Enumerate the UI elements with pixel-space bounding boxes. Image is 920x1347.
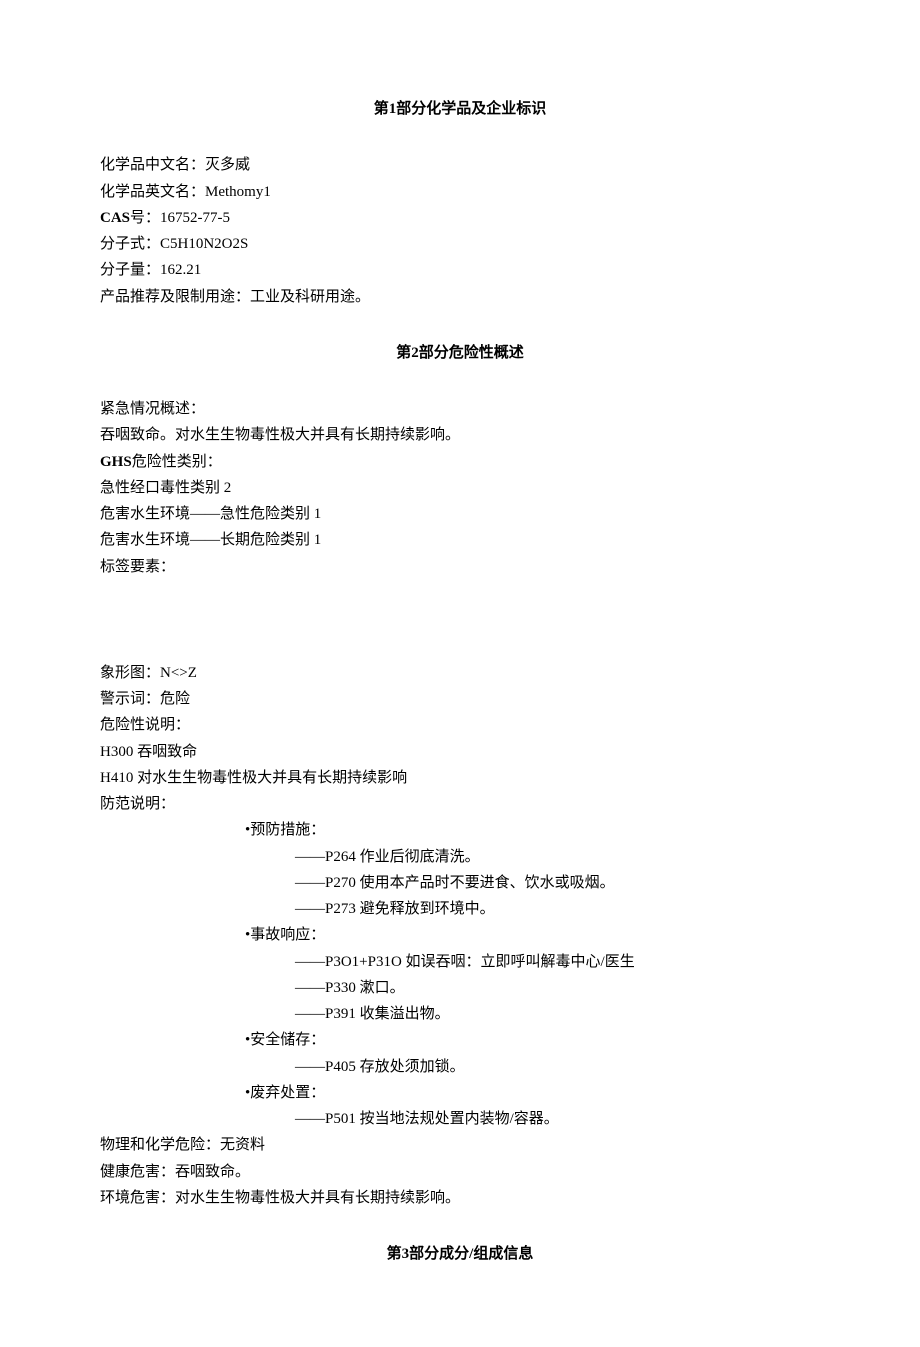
h410: H410 对水生生物毒性极大并具有长期持续影响 <box>100 765 820 791</box>
cas-number: CAS号：16752-77-5 <box>100 205 820 231</box>
phys-value: 无资料 <box>220 1137 265 1153</box>
chemical-name-zh: 化学品中文名：灭多威 <box>100 152 820 178</box>
sec2-prefix: 第 <box>396 345 411 361</box>
cas-label-pre: CAS <box>100 210 130 226</box>
sec1-suffix: 部分化学品及企业标识 <box>396 101 546 117</box>
emergency-text: 吞咽致命。对水生生物毒性极大并具有长期持续影响。 <box>100 422 820 448</box>
molecular-formula: 分子式：C5H10N2O2S <box>100 231 820 257</box>
env-label: 环境危害： <box>100 1190 175 1206</box>
chemical-name-en: 化学品英文名：Methomy1 <box>100 179 820 205</box>
ghs-label-pre: GHS <box>100 454 132 470</box>
mw-value: 162.21 <box>160 262 201 278</box>
molecular-weight: 分子量：162.21 <box>100 257 820 283</box>
signal-value: 危险 <box>160 691 190 707</box>
sec1-prefix: 第 <box>374 101 389 117</box>
sec2-num: 2 <box>411 345 419 361</box>
p330: ——P330 漱口。 <box>100 975 820 1001</box>
p273: ——P273 避免释放到环境中。 <box>100 896 820 922</box>
health-value: 吞咽致命。 <box>175 1164 250 1180</box>
usage: 产品推荐及限制用途：工业及科研用途。 <box>100 284 820 310</box>
section-2-title: 第2部分危险性概述 <box>100 340 820 366</box>
emergency-label: 紧急情况概述： <box>100 396 820 422</box>
sec3-suffix: 部分成分/组成信息 <box>409 1246 533 1262</box>
signal-word: 警示词：危险 <box>100 686 820 712</box>
hazard-statement-label: 危险性说明： <box>100 712 820 738</box>
signal-label: 警示词： <box>100 691 160 707</box>
formula-label: 分子式： <box>100 236 160 252</box>
cas-value: 16752-77-5 <box>160 210 230 226</box>
name-zh-label: 化学品中文名： <box>100 157 205 173</box>
h300: H300 吞咽致命 <box>100 739 820 765</box>
p301: ——P3O1+P31O 如误吞咽：立即呼叫解毒中心/医生 <box>100 949 820 975</box>
ghs-label-post: 危险性类别： <box>132 454 222 470</box>
ghs-cat-2: 危害水生环境——急性危险类别 1 <box>100 501 820 527</box>
pictogram-label: 象形图： <box>100 665 160 681</box>
sec3-prefix: 第 <box>387 1246 402 1262</box>
usage-value: 工业及科研用途。 <box>250 289 370 305</box>
p405: ——P405 存放处须加锁。 <box>100 1054 820 1080</box>
health-label: 健康危害： <box>100 1164 175 1180</box>
response-header: •事故响应： <box>100 922 820 948</box>
p264: ——P264 作业后彻底清洗。 <box>100 844 820 870</box>
usage-label: 产品推荐及限制用途： <box>100 289 250 305</box>
p270: ——P270 使用本产品时不要进食、饮水或吸烟。 <box>100 870 820 896</box>
name-en-value: Methomy1 <box>205 184 271 200</box>
ghs-category-label: GHS危险性类别： <box>100 449 820 475</box>
p501: ——P501 按当地法规处置内装物/容器。 <box>100 1106 820 1132</box>
mw-label: 分子量： <box>100 262 160 278</box>
sec2-suffix: 部分危险性概述 <box>419 345 524 361</box>
disposal-header: •废弃处置： <box>100 1080 820 1106</box>
label-elements: 标签要素： <box>100 554 820 580</box>
pictogram: 象形图：N<>Z <box>100 660 820 686</box>
pictogram-gap <box>100 580 820 660</box>
pictogram-value: N<>Z <box>160 665 197 681</box>
ghs-cat-1: 急性经口毒性类别 2 <box>100 475 820 501</box>
physical-hazard: 物理和化学危险：无资料 <box>100 1132 820 1158</box>
health-hazard: 健康危害：吞咽致命。 <box>100 1159 820 1185</box>
formula-value: C5H10N2O2S <box>160 236 248 252</box>
section-1-title: 第1部分化学品及企业标识 <box>100 96 820 122</box>
prevent-header: •预防措施： <box>100 817 820 843</box>
name-zh-value: 灭多威 <box>205 157 250 173</box>
env-value: 对水生生物毒性极大并具有长期持续影响。 <box>175 1190 460 1206</box>
section-3-title: 第3部分成分/组成信息 <box>100 1241 820 1267</box>
storage-header: •安全储存： <box>100 1027 820 1053</box>
ghs-cat-3: 危害水生环境——长期危险类别 1 <box>100 527 820 553</box>
cas-label-post: 号： <box>130 210 160 226</box>
precaution-label: 防范说明： <box>100 791 820 817</box>
phys-label: 物理和化学危险： <box>100 1137 220 1153</box>
name-en-label: 化学品英文名： <box>100 184 205 200</box>
environment-hazard: 环境危害：对水生生物毒性极大并具有长期持续影响。 <box>100 1185 820 1211</box>
p391: ——P391 收集溢出物。 <box>100 1001 820 1027</box>
